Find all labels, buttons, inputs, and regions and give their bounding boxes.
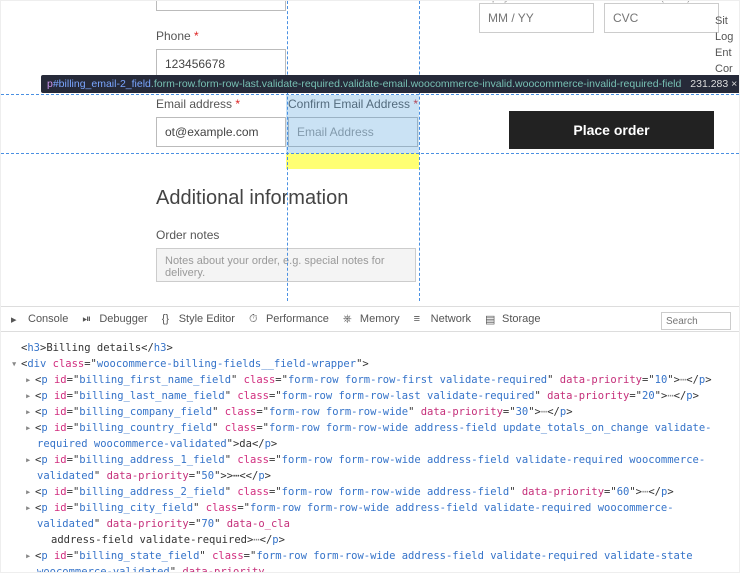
- zip-input[interactable]: [156, 1, 286, 11]
- link-item[interactable]: Sit: [715, 13, 737, 29]
- performance-icon: ⏱: [249, 313, 261, 325]
- guide-line: [1, 94, 739, 95]
- tab-debugger[interactable]: ⏯Debugger: [82, 313, 147, 325]
- devtools-tabs: ▸Console ⏯Debugger {}Style Editor ⏱Perfo…: [1, 307, 739, 332]
- order-notes-input[interactable]: Notes about your order, e.g. special not…: [156, 248, 416, 282]
- tab-memory[interactable]: ⎈Memory: [343, 313, 400, 325]
- tab-network[interactable]: ≡Network: [414, 313, 471, 325]
- card-area: Expiry Date * Card Code (CVC) *: [479, 1, 719, 33]
- network-icon: ≡: [414, 313, 426, 325]
- inspector-tooltip: p#billing_email-2_field.form-row.form-ro…: [41, 75, 739, 93]
- tab-console[interactable]: ▸Console: [11, 313, 68, 325]
- phone-label: Phone *: [156, 29, 426, 43]
- link-item[interactable]: Ent: [715, 45, 737, 61]
- email-input[interactable]: [156, 117, 286, 147]
- email-label: Email address *: [156, 97, 288, 111]
- tab-performance[interactable]: ⏱Performance: [249, 313, 329, 325]
- devtools-panel: ▸Console ⏯Debugger {}Style Editor ⏱Perfo…: [1, 306, 739, 572]
- tab-style-editor[interactable]: {}Style Editor: [162, 313, 235, 325]
- viewport: Phone * Email address * Confirm Email Ad…: [0, 0, 740, 573]
- debugger-icon: ⏯: [82, 313, 94, 325]
- tab-storage[interactable]: ▤Storage: [485, 313, 541, 325]
- inspector-highlight-box: [286, 95, 419, 153]
- link-item[interactable]: Log: [715, 29, 737, 45]
- order-notes-label: Order notes: [156, 228, 426, 242]
- expiry-input[interactable]: [479, 3, 594, 33]
- console-icon: ▸: [11, 313, 23, 325]
- guide-line: [1, 153, 739, 154]
- storage-icon: ▤: [485, 313, 497, 325]
- place-order-button[interactable]: Place order: [509, 111, 714, 149]
- page-area: Phone * Email address * Confirm Email Ad…: [1, 1, 739, 301]
- cvc-input[interactable]: [604, 3, 719, 33]
- inspector-highlight-margin: [286, 153, 419, 169]
- dom-inspector-tree[interactable]: <h3>Billing details</h3>▾<div class="woo…: [1, 332, 739, 573]
- guide-line: [287, 1, 288, 301]
- devtools-search-input[interactable]: [661, 312, 731, 330]
- guide-line: [419, 1, 420, 301]
- memory-icon: ⎈: [343, 313, 355, 325]
- additional-info-heading: Additional information: [156, 187, 426, 210]
- style-icon: {}: [162, 313, 174, 325]
